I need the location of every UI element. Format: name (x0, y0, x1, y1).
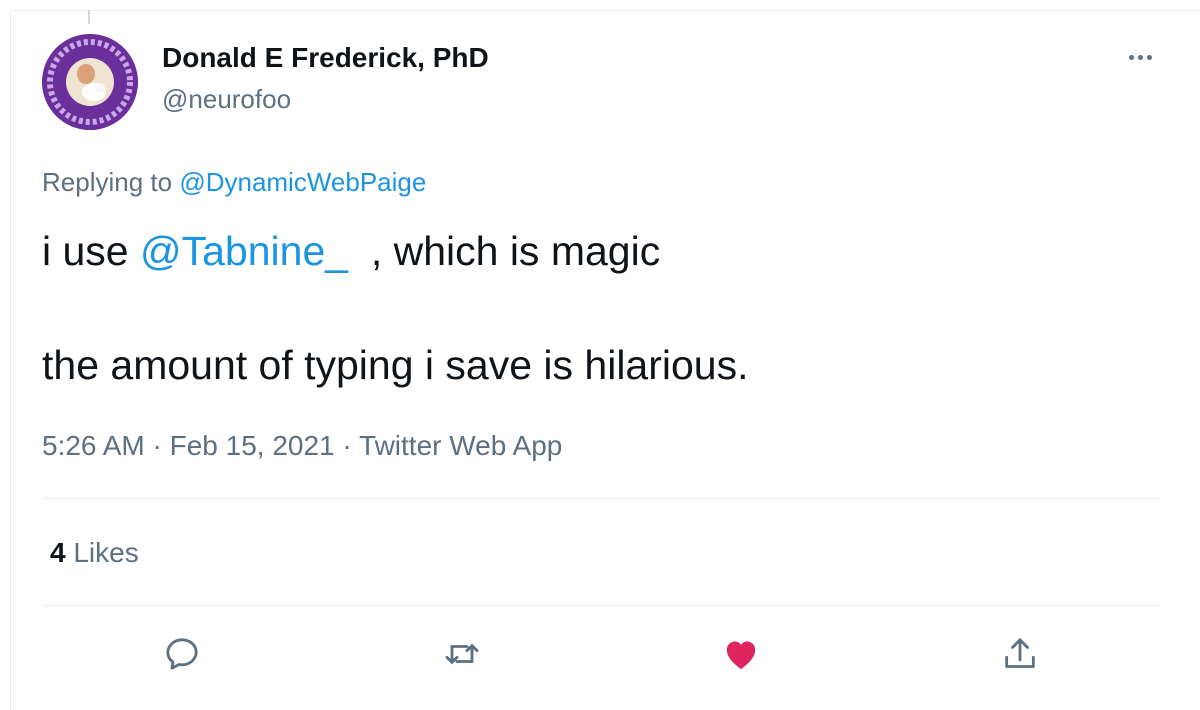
retweet-button[interactable] (440, 632, 484, 676)
tabnine-mention-link[interactable]: @Tabnine_ (140, 228, 348, 274)
share-button[interactable] (998, 632, 1042, 676)
tweet-text-line2: the amount of typing i save is hilarious… (42, 342, 749, 388)
avatar-image (42, 34, 138, 130)
divider (42, 605, 1160, 606)
tweet-text-pre: i use (42, 228, 140, 274)
likes-label: Likes (73, 537, 139, 568)
reply-icon (166, 638, 198, 670)
tweet-text-post: , which is magic (348, 228, 661, 274)
replying-to: Replying to @DynamicWebPaige (42, 167, 426, 198)
avatar[interactable] (42, 34, 138, 130)
author-name[interactable]: Donald E Frederick, PhD (162, 42, 489, 74)
replying-prefix: Replying to (42, 167, 180, 197)
reply-button[interactable] (160, 632, 204, 676)
tweet-text-line1: i use @Tabnine_ , which is magic (42, 228, 660, 275)
share-icon (1005, 638, 1035, 668)
more-options-icon[interactable] (1122, 42, 1158, 72)
like-button[interactable] (719, 632, 763, 676)
thread-line (88, 10, 90, 24)
heart-icon (726, 641, 756, 669)
tweet-timestamp[interactable]: 5:26 AM · Feb 15, 2021 · Twitter Web App (42, 430, 562, 462)
likes-count: 4 (50, 537, 66, 568)
author-handle[interactable]: @neurofoo (162, 84, 291, 115)
likes-stat[interactable]: 4 Likes (50, 537, 139, 569)
replying-to-link[interactable]: @DynamicWebPaige (179, 167, 426, 197)
retweet-icon (445, 644, 479, 664)
divider (42, 498, 1160, 499)
